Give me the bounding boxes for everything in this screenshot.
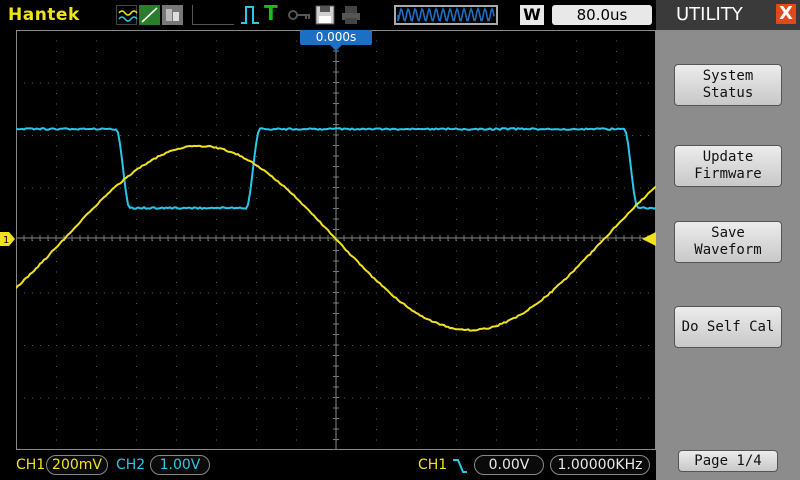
trigger-level-readout[interactable]: 0.00V bbox=[474, 455, 544, 475]
window-indicator: W bbox=[520, 5, 544, 25]
ch1-label: CH1 bbox=[16, 457, 45, 473]
button-label-line1: Do Self Cal bbox=[675, 319, 781, 336]
close-icon[interactable]: X bbox=[776, 4, 796, 24]
usb-save-icon bbox=[314, 5, 336, 25]
button-label-line1: Save bbox=[675, 225, 781, 242]
system-status-button[interactable]: System Status bbox=[674, 64, 782, 106]
graticule bbox=[16, 30, 656, 450]
blank-status-box bbox=[192, 5, 234, 25]
top-status-bar: Hantek T W 80.0us bbox=[0, 0, 656, 30]
trigger-position-marker bbox=[330, 45, 342, 51]
do-self-cal-button[interactable]: Do Self Cal bbox=[674, 306, 782, 348]
memory-depth-indicator bbox=[394, 5, 498, 25]
trigger-mode-indicator: T bbox=[264, 1, 278, 21]
ch2-label: CH2 bbox=[116, 457, 145, 473]
timebase-readout[interactable]: 80.0us bbox=[552, 5, 652, 25]
acquisition-mode-icons bbox=[116, 5, 186, 25]
bottom-status-bar: CH1 200mV CH2 1.00V CH1 0.00V 1.00000KHz bbox=[0, 450, 656, 480]
ch1-ground-marker[interactable]: 1 bbox=[0, 231, 16, 245]
utility-menu-panel: UTILITY X System Status Update Firmware … bbox=[656, 0, 800, 480]
frequency-readout: 1.00000KHz bbox=[550, 455, 650, 475]
trigger-level-marker[interactable] bbox=[642, 231, 656, 245]
trigger-source-label: CH1 bbox=[418, 457, 447, 473]
button-label-line2: Waveform bbox=[675, 242, 781, 259]
menu-title: UTILITY bbox=[676, 4, 743, 25]
save-waveform-button[interactable]: Save Waveform bbox=[674, 221, 782, 263]
page-indicator-button[interactable]: Page 1/4 bbox=[678, 450, 778, 472]
waveform-display bbox=[16, 30, 656, 450]
printer-icon bbox=[340, 5, 362, 25]
xy-mode-icon[interactable] bbox=[139, 5, 160, 25]
wave-mode-icon[interactable] bbox=[116, 5, 137, 25]
button-label-line2: Status bbox=[675, 85, 781, 102]
button-label-line1: System bbox=[675, 68, 781, 85]
ch2-volts-per-div[interactable]: 1.00V bbox=[150, 455, 210, 475]
button-label-line1: Update bbox=[675, 149, 781, 166]
svg-text:1: 1 bbox=[3, 235, 9, 246]
falling-edge-icon bbox=[452, 458, 468, 474]
menu-header: UTILITY X bbox=[656, 0, 800, 30]
ch1-volts-per-div[interactable]: 200mV bbox=[46, 455, 108, 475]
trigger-edge-icon bbox=[240, 5, 260, 25]
roll-mode-icon[interactable] bbox=[162, 5, 183, 25]
button-label-line2: Firmware bbox=[675, 166, 781, 183]
update-firmware-button[interactable]: Update Firmware bbox=[674, 145, 782, 187]
brand-logo: Hantek bbox=[8, 5, 80, 25]
trigger-position-readout[interactable]: 0.000s bbox=[300, 30, 372, 45]
key-lock-icon bbox=[288, 5, 312, 25]
